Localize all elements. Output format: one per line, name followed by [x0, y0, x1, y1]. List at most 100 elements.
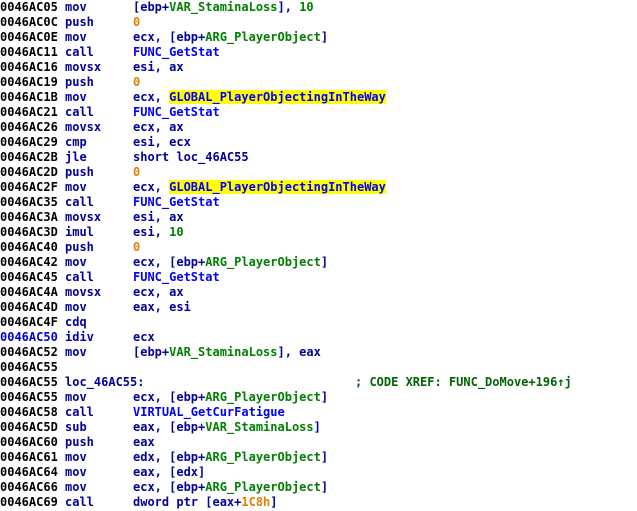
instruction-operands: ecx, GLOBAL_PlayerObjectingInTheWay [133, 180, 386, 194]
instruction-address: 0046AC2F [0, 180, 58, 194]
operand-token[interactable]: short loc_46AC55 [133, 150, 249, 164]
disasm-line[interactable]: 0046AC2F mov ecx, GLOBAL_PlayerObjectingIn… [0, 180, 637, 195]
instruction-operands: 0 [133, 240, 140, 254]
disasm-line[interactable]: 0046AC61 mov edx, [ebp+ARG_PlayerObject] [0, 450, 637, 465]
disasm-line[interactable]: 0046AC4A movsx ecx, ax [0, 285, 637, 300]
operand-token: ecx, [133, 90, 170, 104]
instruction-operands: ecx, [ebp+ARG_PlayerObject] [133, 30, 328, 44]
disasm-line[interactable]: 0046AC35 call FUNC_GetStat [0, 195, 637, 210]
disasm-line[interactable]: 0046AC1B mov ecx, GLOBAL_PlayerObjectingIn… [0, 90, 637, 105]
disasm-line[interactable]: 0046AC45 call FUNC_GetStat [0, 270, 637, 285]
disasm-line[interactable]: 0046AC42 mov ecx, [ebp+ARG_PlayerObject] [0, 255, 637, 270]
disasm-line[interactable]: 0046AC26 movsx ecx, ax [0, 120, 637, 135]
operand-token[interactable]: FUNC_GetStat [133, 195, 220, 209]
operand-token[interactable]: GLOBAL_PlayerObjectingInTheWay [169, 180, 386, 194]
instruction-mnemonic: mov [65, 480, 87, 494]
instruction-mnemonic: push [65, 435, 94, 449]
operand-token[interactable]: FUNC_GetStat [133, 270, 220, 284]
operand-token: edx, [ebp+ [133, 450, 206, 464]
disasm-line[interactable]: 0046AC0E mov ecx, [ebp+ARG_PlayerObject] [0, 30, 637, 45]
operand-token: esi, ecx [133, 135, 191, 149]
operand-token[interactable]: FUNC_GetStat [133, 45, 220, 59]
instruction-address: 0046AC4D [0, 300, 58, 314]
location-label[interactable]: loc_46AC55: [65, 375, 144, 389]
disasm-line[interactable]: 0046AC16 movsx esi, ax [0, 60, 637, 75]
operand-token[interactable]: ARG_PlayerObject [205, 480, 321, 494]
operand-token[interactable]: ARG_PlayerObject [205, 255, 321, 269]
operand-token[interactable]: VAR_StaminaLoss [169, 345, 277, 359]
instruction-address: 0046AC64 [0, 465, 58, 479]
instruction-address: 0046AC3D [0, 225, 58, 239]
operand-token[interactable]: GLOBAL_PlayerObjectingInTheWay [169, 90, 386, 104]
instruction-mnemonic: mov [65, 345, 87, 359]
instruction-mnemonic: mov [65, 255, 87, 269]
disasm-line[interactable]: 0046AC21 call FUNC_GetStat [0, 105, 637, 120]
disasm-line[interactable]: 0046AC4F cdq [0, 315, 637, 330]
instruction-mnemonic: mov [65, 30, 87, 44]
disasm-line[interactable]: 0046AC60 push eax [0, 435, 637, 450]
disasm-line[interactable]: 0046AC5D sub eax, [ebp+VAR_StaminaLoss] [0, 420, 637, 435]
operand-token: 10 [299, 0, 314, 14]
instruction-address: 0046AC55 [0, 390, 58, 404]
instruction-address: 0046AC45 [0, 270, 58, 284]
instruction-mnemonic: idiv [65, 330, 94, 344]
disasm-line[interactable]: 0046AC05 mov [ebp+VAR_StaminaLoss], 10 [0, 0, 637, 15]
disasm-line[interactable]: 0046AC2D push 0 [0, 165, 637, 180]
disasm-line[interactable]: 0046AC0C push 0 [0, 15, 637, 30]
instruction-address: 0046AC55 [0, 375, 58, 389]
operand-token: 10 [169, 225, 184, 239]
disasm-line[interactable]: 0046AC55 loc_46AC55: ; CODE XREF: FUNC_DoM… [0, 375, 637, 390]
disasm-line[interactable]: 0046AC2B jle short loc_46AC55 [0, 150, 637, 165]
operand-token: eax [133, 435, 155, 449]
disasm-line[interactable]: 0046AC69 call dword ptr [eax+1C8h] [0, 495, 637, 510]
operand-token: esi, [133, 225, 170, 239]
instruction-operands: esi, ecx [133, 135, 191, 149]
operand-token: ] [320, 480, 329, 494]
disasm-line[interactable]: 0046AC50 idiv ecx [0, 330, 637, 345]
instruction-address: 0046AC55 [0, 360, 58, 374]
disasm-line[interactable]: 0046AC3A movsx esi, ax [0, 210, 637, 225]
disasm-line[interactable]: 0046AC55 mov ecx, [ebp+ARG_PlayerObject] [0, 390, 637, 405]
instruction-operands: VIRTUAL_GetCurFatigue [133, 405, 285, 419]
disasm-line[interactable]: 0046AC64 mov eax, [edx] [0, 465, 637, 480]
disasm-line[interactable]: 0046AC66 mov ecx, [ebp+ARG_PlayerObject] [0, 480, 637, 495]
disasm-line[interactable]: 0046AC55 [0, 360, 637, 375]
operand-token: ecx, ax [133, 285, 184, 299]
instruction-operands: ecx, ax [133, 285, 184, 299]
operand-token[interactable]: FUNC_GetStat [133, 105, 220, 119]
instruction-mnemonic: cmp [65, 135, 87, 149]
instruction-address: 0046AC2B [0, 150, 58, 164]
instruction-mnemonic: push [65, 15, 94, 29]
operand-token: 0 [133, 75, 141, 89]
instruction-operands: 0 [133, 75, 140, 89]
instruction-mnemonic: mov [65, 300, 87, 314]
operand-token: ecx, [ebp+ [133, 480, 206, 494]
disassembly-listing[interactable]: 0046AC05 mov [ebp+VAR_StaminaLoss], 10 0046… [0, 0, 637, 511]
disasm-line[interactable]: 0046AC3D imul esi, 10 [0, 225, 637, 240]
disasm-line[interactable]: 0046AC40 push 0 [0, 240, 637, 255]
disasm-line[interactable]: 0046AC52 mov [ebp+VAR_StaminaLoss], eax [0, 345, 637, 360]
disasm-line[interactable]: 0046AC4D mov eax, esi [0, 300, 637, 315]
operand-token[interactable]: ARG_PlayerObject [205, 390, 321, 404]
instruction-address: 0046AC61 [0, 450, 58, 464]
operand-token[interactable]: ARG_PlayerObject [205, 30, 321, 44]
operand-token[interactable]: VAR_StaminaLoss [169, 0, 277, 14]
disasm-line[interactable]: 0046AC19 push 0 [0, 75, 637, 90]
operand-token[interactable]: VIRTUAL_GetCurFatigue [133, 405, 285, 419]
instruction-address: 0046AC0E [0, 30, 58, 44]
instruction-operands: dword ptr [eax+1C8h] [133, 495, 278, 509]
operand-token[interactable]: VAR_StaminaLoss [205, 420, 313, 434]
disasm-line[interactable]: 0046AC58 call VIRTUAL_GetCurFatigue [0, 405, 637, 420]
disasm-line[interactable]: 0046AC29 cmp esi, ecx [0, 135, 637, 150]
operand-token: ], eax [277, 345, 321, 359]
instruction-mnemonic: imul [65, 225, 94, 239]
instruction-address: 0046AC2D [0, 165, 58, 179]
instruction-mnemonic: mov [65, 90, 87, 104]
operand-token: eax, esi [133, 300, 191, 314]
instruction-address: 0046AC29 [0, 135, 58, 149]
operand-token: [ebp+ [133, 345, 170, 359]
disasm-line[interactable]: 0046AC11 call FUNC_GetStat [0, 45, 637, 60]
operand-token[interactable]: ARG_PlayerObject [205, 450, 321, 464]
instruction-address: 0046AC42 [0, 255, 58, 269]
instruction-address: 0046AC66 [0, 480, 58, 494]
